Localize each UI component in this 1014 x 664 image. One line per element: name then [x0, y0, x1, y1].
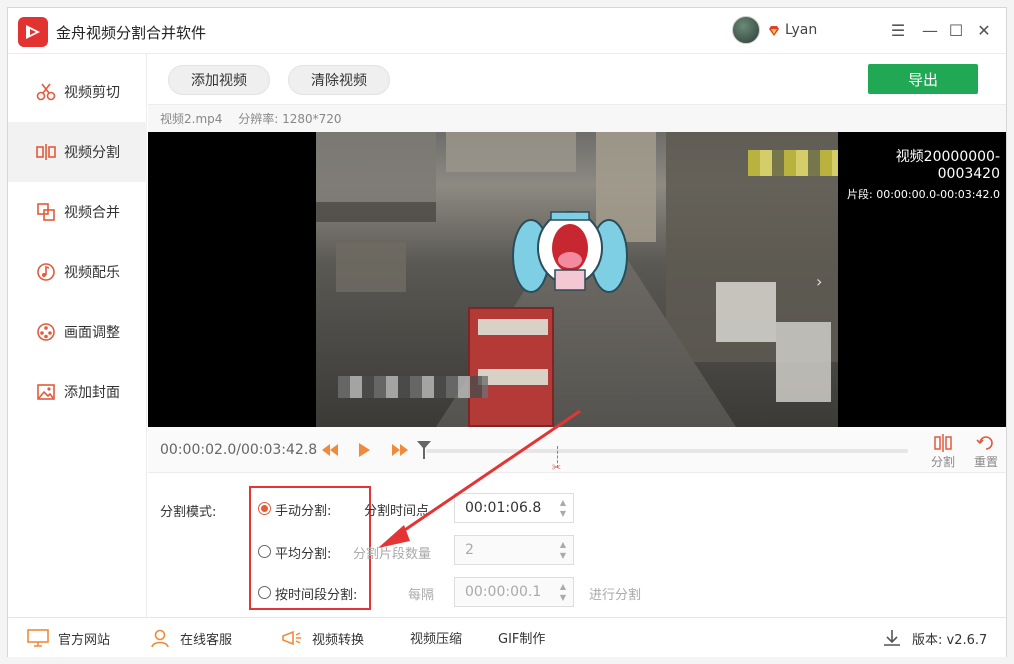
sidebar-item-split[interactable]: 视频分割: [8, 122, 147, 182]
maximize-button[interactable]: ☐: [946, 20, 966, 40]
gif-label: GIF制作: [498, 632, 546, 647]
interval-value: 00:00:00.1: [465, 584, 542, 600]
sidebar-item-label: 添加封面: [64, 385, 120, 401]
file-info-bar: 视频2.mp4 分辨率: 1280*720: [148, 104, 1006, 132]
image-icon: [36, 382, 56, 402]
website-link[interactable]: 官方网站: [26, 628, 110, 648]
video-preview[interactable]: 视频20000000-0003420 片段: 00:00:00.0-00:03:…: [148, 132, 1006, 427]
merge-icon: [36, 202, 56, 222]
radio-manual-split-label[interactable]: 手动分割:: [275, 500, 331, 519]
mascot-sticker-icon: [512, 211, 628, 293]
clear-video-button[interactable]: 清除视频: [288, 65, 390, 95]
username[interactable]: Lyan: [785, 22, 817, 38]
clip-overlay: 视频20000000-0003420 片段: 00:00:00.0-00:03:…: [840, 146, 1000, 202]
file-name: 视频2.mp4: [160, 112, 223, 126]
reset-button[interactable]: 重置: [966, 433, 1006, 470]
sidebar: 视频剪切 视频分割 视频合并 视频配乐 画面调整 添加封面: [8, 54, 147, 617]
sidebar-item-music[interactable]: 视频配乐: [8, 242, 147, 302]
reset-button-label: 重置: [973, 455, 998, 469]
radio-interval-split[interactable]: [258, 586, 271, 599]
export-button[interactable]: 导出: [868, 64, 978, 94]
convert-label: 视频转换: [312, 632, 365, 648]
sidebar-item-label: 视频配乐: [64, 265, 120, 281]
blurred-watermark: [748, 150, 838, 176]
next-chevron-icon[interactable]: ›: [816, 272, 822, 291]
sidebar-item-adjust[interactable]: 画面调整: [8, 302, 147, 362]
radio-average-split-label[interactable]: 平均分割:: [275, 543, 331, 562]
compress-label: 视频压缩: [410, 632, 463, 647]
menu-icon[interactable]: ☰: [888, 20, 908, 40]
avatar[interactable]: [732, 16, 760, 44]
interval-suffix-label: 进行分割: [589, 588, 642, 603]
blurred-caption: [338, 376, 488, 398]
sidebar-item-cut[interactable]: 视频剪切: [8, 62, 147, 122]
split-mode-label: 分割模式:: [160, 505, 217, 520]
megaphone-icon: [280, 628, 304, 648]
music-icon: [36, 262, 56, 282]
rewind-icon[interactable]: [320, 440, 340, 460]
interval-field[interactable]: 00:00:00.1 ▲ ▼: [454, 577, 574, 607]
split-button-label: 分割: [930, 455, 955, 469]
app-title: 金舟视频分割合并软件: [56, 24, 207, 42]
version-info[interactable]: 版本: v2.6.7: [880, 628, 987, 648]
monitor-icon: [26, 628, 50, 648]
title-bar: 金舟视频分割合并软件 Lyan ☰ — ☐ ✕: [8, 8, 1006, 54]
minimize-button[interactable]: —: [920, 20, 940, 40]
radio-interval-split-label[interactable]: 按时间段分割:: [275, 584, 357, 603]
sidebar-item-label: 视频剪切: [64, 85, 120, 101]
support-label: 在线客服: [180, 632, 233, 648]
sidebar-item-merge[interactable]: 视频合并: [8, 182, 147, 242]
gif-link[interactable]: GIF制作: [498, 628, 545, 647]
annotation-arrow-icon: [378, 409, 581, 548]
sidebar-item-cover[interactable]: 添加封面: [8, 362, 147, 422]
spinner-arrows-icon[interactable]: ▲ ▼: [557, 581, 569, 603]
app-window: 金舟视频分割合并软件 Lyan ☰ — ☐ ✕ 视频剪切 视频分割 视频合并 视…: [7, 7, 1007, 657]
download-icon: [880, 628, 904, 648]
add-video-button[interactable]: 添加视频: [168, 65, 270, 95]
toolbar: 添加视频 清除视频 导出: [148, 54, 1006, 104]
vip-diamond-icon: [769, 26, 779, 36]
version-label: 版本: v2.6.7: [912, 632, 988, 648]
radio-average-split[interactable]: [258, 545, 271, 558]
sidebar-item-label: 视频合并: [64, 205, 120, 221]
clip-name: 视频20000000-0003420: [895, 149, 1000, 182]
radio-manual-split[interactable]: [258, 502, 271, 515]
split-icon: [36, 142, 56, 162]
convert-link[interactable]: 视频转换: [280, 628, 364, 648]
clip-segment: 片段: 00:00:00.0-00:03:42.0: [847, 188, 1000, 201]
sidebar-item-label: 画面调整: [64, 325, 120, 341]
app-logo-icon: [18, 17, 48, 47]
interval-label: 每隔: [408, 588, 435, 603]
support-link[interactable]: 在线客服: [148, 628, 232, 648]
timecode: 00:00:02.0/00:03:42.8: [160, 442, 318, 458]
website-label: 官方网站: [58, 632, 111, 648]
support-person-icon: [148, 628, 172, 648]
split-button[interactable]: 分割: [923, 433, 963, 470]
sidebar-item-label: 视频分割: [64, 145, 120, 161]
bottom-bar: 官方网站 在线客服 视频转换 视频压缩 GIF制作 版本: v2.6.7: [8, 617, 1006, 657]
film-reel-icon: [36, 322, 56, 342]
close-button[interactable]: ✕: [974, 20, 994, 40]
scissors-icon: [36, 82, 56, 102]
file-resolution: 分辨率: 1280*720: [238, 112, 342, 126]
compress-link[interactable]: 视频压缩: [410, 628, 462, 647]
